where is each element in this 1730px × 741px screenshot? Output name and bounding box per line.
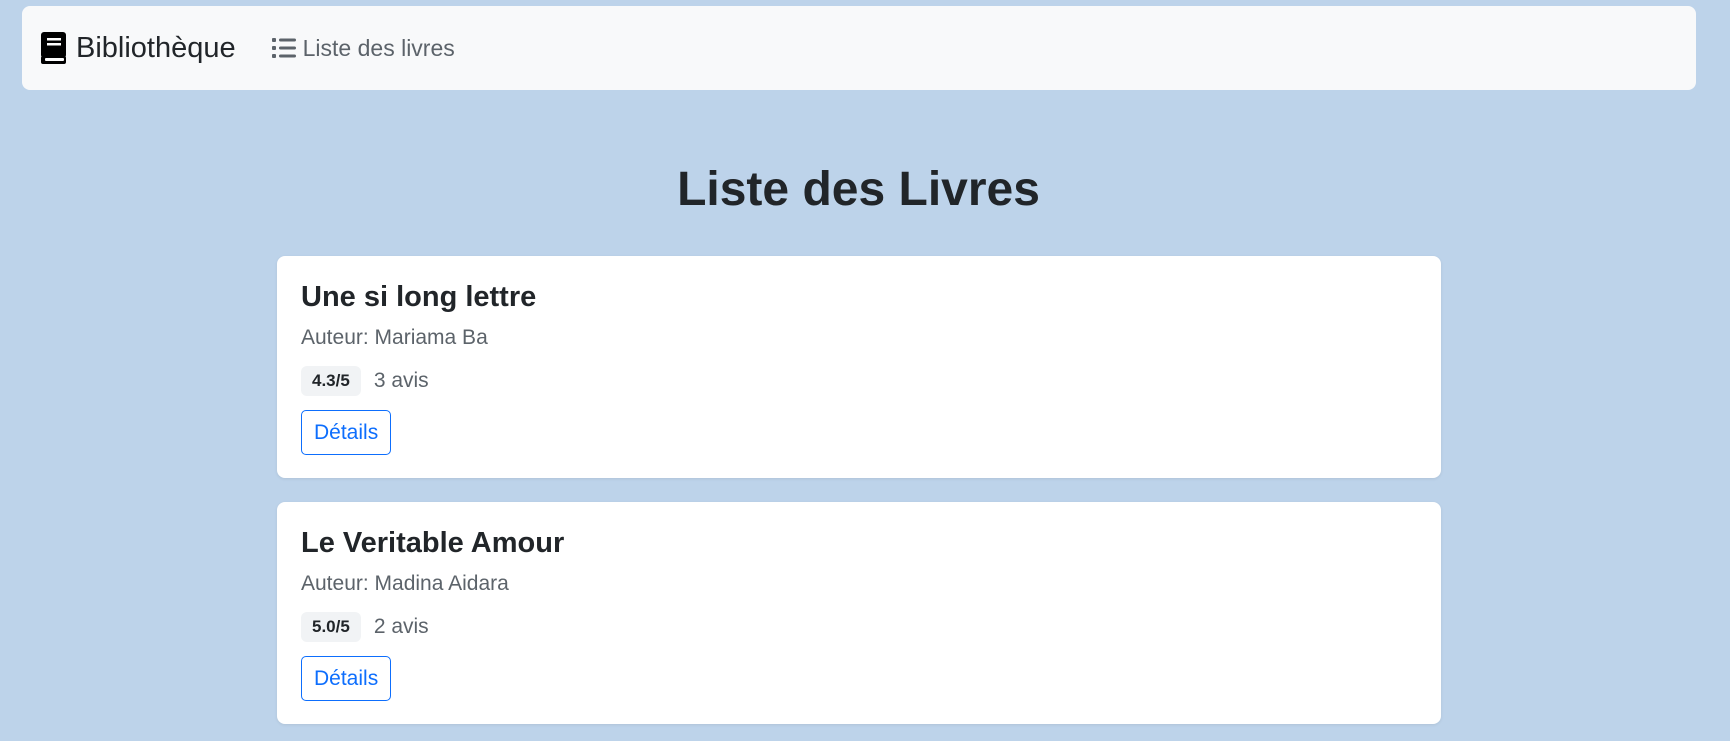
book-title: Le Veritable Amour [301,527,565,559]
book-author: Auteur: Mariama Ba [301,325,488,349]
navbar: Bibliothèque Liste des livres [22,6,1696,90]
nav-link-label: Liste des livres [302,34,455,61]
navbar-brand[interactable]: Bibliothèque [40,31,236,65]
review-count: 3 avis [373,368,429,392]
rating-badge: 5.0/5 [301,611,361,642]
details-button[interactable]: Détails [301,409,392,456]
book-author: Auteur: Madina Aidara [301,571,509,595]
book-icon [40,31,68,65]
list-icon [271,37,296,59]
book-card: Une si long lettre Auteur: Mariama Ba 4.… [277,256,1441,478]
rating-row: 4.3/5 3 avis [301,365,1417,396]
nav-link-book-list[interactable]: Liste des livres [271,34,455,62]
page-title: Liste des Livres [677,163,1040,216]
book-title: Une si long lettre [301,281,537,313]
rating-row: 5.0/5 2 avis [301,611,1417,642]
rating-badge: 4.3/5 [301,365,361,396]
brand-label: Bibliothèque [76,31,236,64]
book-card: Le Veritable Amour Auteur: Madina Aidara… [277,502,1441,724]
book-list: Une si long lettre Auteur: Mariama Ba 4.… [277,256,1441,741]
details-button[interactable]: Détails [301,655,392,702]
review-count: 2 avis [373,614,429,638]
